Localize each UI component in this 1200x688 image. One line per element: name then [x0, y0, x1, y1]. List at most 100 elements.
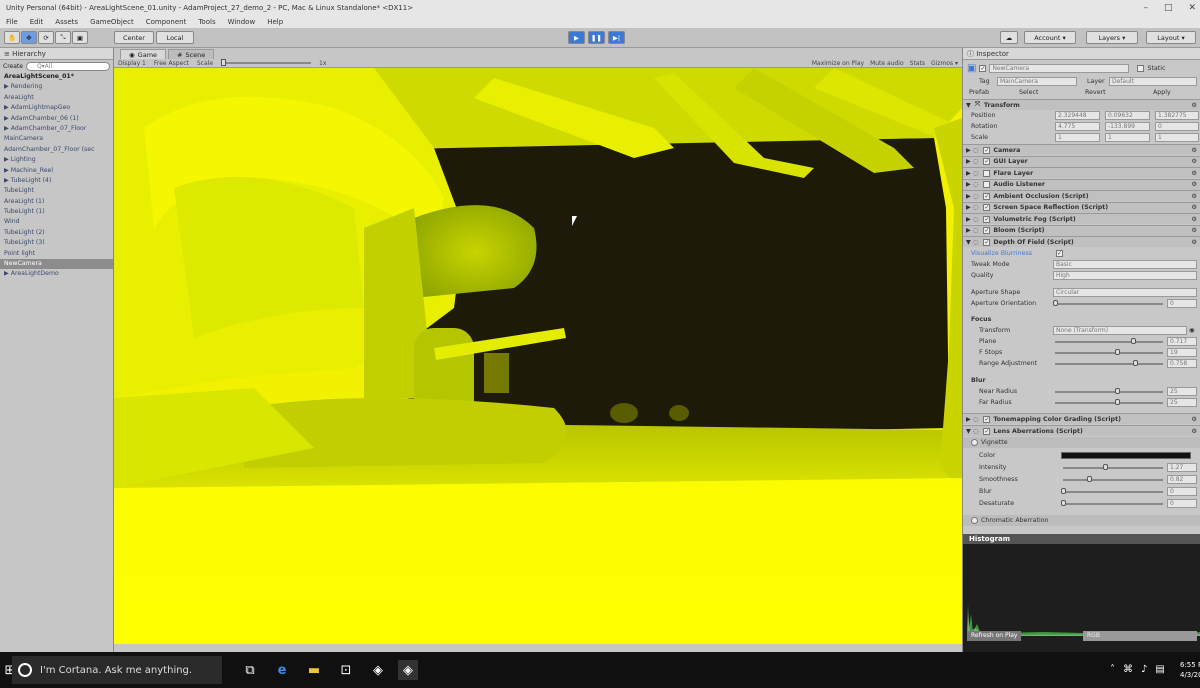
component-checkbox[interactable]: ✓ — [983, 415, 991, 423]
component-row[interactable]: ▶ ◌ ✓ Ambient Occlusion (Script) ⚙ — [963, 190, 1200, 201]
volume-icon[interactable]: ♪ — [1141, 664, 1147, 675]
component-checkbox[interactable]: ✓ — [983, 158, 991, 165]
component-row[interactable]: ▶ ◌ ✓ GUI Layer ⚙ — [963, 155, 1200, 167]
space-toggle-button[interactable]: Local — [156, 31, 194, 44]
range-adjustment-slider[interactable] — [1055, 363, 1163, 365]
rotation-y[interactable]: -133.899 — [1105, 122, 1150, 131]
gear-icon[interactable]: ⚙ — [1191, 216, 1197, 223]
intensity-slider[interactable] — [1063, 467, 1163, 469]
hand-tool-icon[interactable]: ✋ — [4, 31, 20, 44]
slider-knob[interactable] — [1061, 488, 1066, 494]
layers-dropdown[interactable]: Layers ▾ — [1086, 31, 1138, 44]
position-z[interactable]: 1.382775 — [1155, 111, 1199, 120]
network-icon[interactable]: ⌘ — [1123, 664, 1133, 675]
component-checkbox[interactable]: ✓ — [983, 192, 991, 200]
close-icon[interactable]: ✕ — [1188, 3, 1196, 13]
hierarchy-item[interactable]: ▶ AdamLightmapGeo — [0, 103, 113, 113]
slider-knob[interactable] — [1053, 300, 1058, 306]
vignette-color-swatch[interactable] — [1061, 452, 1191, 459]
cortana-search[interactable]: I'm Cortana. Ask me anything. — [12, 656, 222, 684]
hierarchy-item[interactable]: AreaLight (1) — [0, 197, 113, 207]
far-radius-value[interactable]: 25 — [1167, 398, 1197, 407]
account-dropdown[interactable]: Account ▾ — [1024, 31, 1076, 44]
gear-icon[interactable]: ⚙ — [1191, 102, 1197, 109]
menu-component[interactable]: Component — [146, 18, 187, 26]
game-viewport[interactable] — [114, 68, 962, 644]
gear-icon[interactable]: ⚙ — [1191, 193, 1197, 200]
store-icon[interactable]: ⊡ — [336, 660, 356, 680]
near-radius-slider[interactable] — [1055, 391, 1163, 393]
component-tonemapping[interactable]: ▶ ◌ ✓ Tonemapping Color Grading (Script)… — [963, 413, 1200, 424]
minimize-icon[interactable]: – — [1143, 3, 1148, 13]
component-checkbox[interactable]: ✓ — [983, 227, 991, 234]
fstops-slider[interactable] — [1055, 352, 1163, 354]
component-row[interactable]: ▶ ◌ ✓ Camera ⚙ — [963, 144, 1200, 155]
file-explorer-icon[interactable]: ▬ — [304, 660, 324, 680]
component-row[interactable]: ▶ ◌ Flare Layer ⚙ — [963, 167, 1200, 178]
scale-x[interactable]: 1 — [1055, 133, 1100, 142]
desaturate-slider[interactable] — [1063, 503, 1163, 505]
slider-knob[interactable] — [1131, 338, 1136, 344]
smoothness-value[interactable]: 0.82 — [1167, 475, 1197, 484]
aperture-orientation-slider[interactable] — [1055, 303, 1163, 305]
scale-y[interactable]: 1 — [1105, 133, 1150, 142]
range-adjustment-value[interactable]: 0.758 — [1167, 359, 1197, 368]
hierarchy-item[interactable]: TubeLight (2) — [0, 228, 113, 238]
aperture-orientation-value[interactable]: 0 — [1167, 299, 1197, 308]
blur-slider[interactable] — [1063, 491, 1163, 493]
chromatic-toggle[interactable] — [971, 517, 978, 524]
prefab-select-button[interactable]: Select — [1019, 89, 1038, 96]
menu-edit[interactable]: Edit — [30, 18, 44, 26]
unity-active-icon[interactable]: ◈ — [398, 660, 418, 680]
smoothness-slider[interactable] — [1063, 479, 1163, 481]
object-name-field[interactable]: NewCamera — [989, 63, 1130, 73]
menu-help[interactable]: Help — [267, 18, 283, 26]
slider-knob[interactable] — [1103, 464, 1108, 470]
position-x[interactable]: 2.329448 — [1055, 111, 1100, 120]
plane-slider[interactable] — [1055, 341, 1163, 343]
quality-dropdown[interactable]: High — [1053, 271, 1197, 280]
stats-toggle[interactable]: Stats — [910, 60, 925, 67]
hierarchy-item[interactable]: AdamChamber_07_Floor (sec — [0, 145, 113, 155]
hierarchy-item[interactable]: Wind — [0, 217, 113, 227]
component-checkbox[interactable]: ✓ — [983, 427, 991, 435]
refresh-on-play-button[interactable]: Refresh on Play — [967, 631, 1022, 641]
gear-icon[interactable]: ⚙ — [1191, 204, 1197, 211]
aperture-shape-dropdown[interactable]: Circular — [1053, 288, 1197, 297]
hierarchy-item[interactable]: TubeLight — [0, 186, 113, 196]
display-dropdown[interactable]: Display 1 — [118, 60, 146, 67]
component-checkbox[interactable]: ✓ — [983, 215, 991, 223]
create-dropdown[interactable]: Create — [3, 63, 23, 70]
gear-icon[interactable]: ⚙ — [1191, 181, 1197, 188]
move-tool-icon[interactable]: ✥ — [21, 31, 37, 44]
scale-z[interactable]: 1 — [1155, 133, 1199, 142]
step-icon[interactable]: ▶| — [608, 31, 625, 44]
mute-audio-toggle[interactable]: Mute audio — [870, 60, 904, 67]
static-checkbox[interactable] — [1137, 64, 1145, 72]
histogram-mode-dropdown[interactable]: RGB — [1083, 631, 1197, 641]
gear-icon[interactable]: ⚙ — [1191, 239, 1197, 246]
slider-knob[interactable] — [1115, 388, 1120, 394]
fstops-value[interactable]: 19 — [1167, 348, 1197, 357]
hierarchy-item[interactable]: TubeLight (3) — [0, 238, 113, 248]
transform-header[interactable]: ▼ ⤧ Transform ⚙ — [963, 99, 1200, 110]
blur-value[interactable]: 0 — [1167, 487, 1197, 496]
edge-icon[interactable]: e — [272, 660, 292, 680]
tab-game[interactable]: ◉ Game — [120, 49, 167, 59]
hierarchy-item[interactable]: ▶ Machine_Reel — [0, 166, 113, 176]
component-checkbox[interactable]: ✓ — [983, 204, 991, 211]
hierarchy-item[interactable]: AreaLight — [0, 93, 113, 103]
slider-knob[interactable] — [1087, 476, 1092, 482]
hierarchy-tab[interactable]: ≡ Hierarchy — [0, 48, 113, 60]
unity-icon[interactable]: ◈ — [368, 660, 388, 680]
scale-tool-icon[interactable]: ⤡ — [55, 31, 71, 44]
tweak-mode-dropdown[interactable]: Basic — [1053, 260, 1197, 269]
far-radius-slider[interactable] — [1055, 402, 1163, 404]
maximize-icon[interactable]: □ — [1164, 3, 1173, 13]
tray-chevron-icon[interactable]: ˄ — [1110, 664, 1115, 675]
desaturate-value[interactable]: 0 — [1167, 499, 1197, 508]
prefab-apply-button[interactable]: Apply — [1153, 89, 1171, 96]
gear-icon[interactable]: ⚙ — [1191, 428, 1197, 435]
hierarchy-item[interactable]: ▶ AdamChamber_06 (1) — [0, 114, 113, 124]
gear-icon[interactable]: ⚙ — [1191, 227, 1197, 234]
